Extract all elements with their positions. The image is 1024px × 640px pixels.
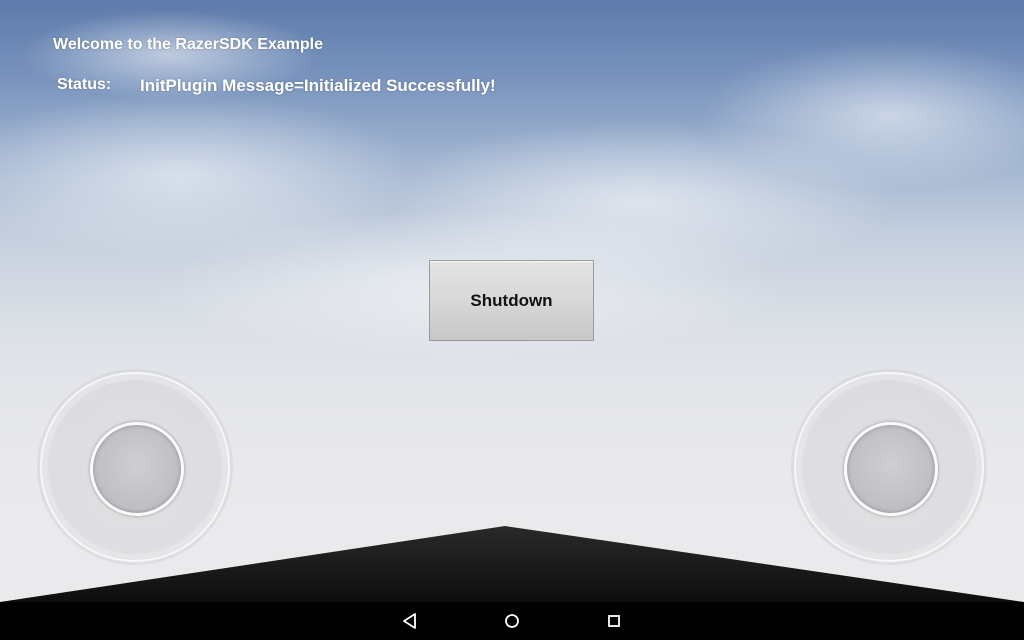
cloud-decoration	[0, 90, 420, 260]
right-joystick-knob[interactable]	[844, 422, 938, 516]
shutdown-button[interactable]: Shutdown	[429, 260, 594, 341]
back-button[interactable]	[398, 609, 422, 633]
status-message: InitPlugin Message=Initialized Successfu…	[140, 76, 496, 95]
android-navigation-bar	[0, 602, 1024, 640]
back-triangle-icon	[403, 613, 416, 629]
recents-square-icon	[608, 615, 620, 627]
recents-button[interactable]	[602, 609, 626, 633]
status-label: Status:	[57, 76, 112, 93]
home-button[interactable]	[500, 609, 524, 633]
welcome-heading: Welcome to the RazerSDK Example	[53, 36, 324, 53]
cloud-decoration	[380, 120, 900, 280]
right-virtual-joystick[interactable]	[794, 372, 984, 562]
left-virtual-joystick[interactable]	[40, 372, 230, 562]
home-circle-icon	[505, 614, 519, 628]
cloud-decoration	[700, 40, 1024, 190]
left-joystick-knob[interactable]	[90, 422, 184, 516]
game-viewport: Welcome to the RazerSDK Example Status: …	[0, 0, 1024, 640]
